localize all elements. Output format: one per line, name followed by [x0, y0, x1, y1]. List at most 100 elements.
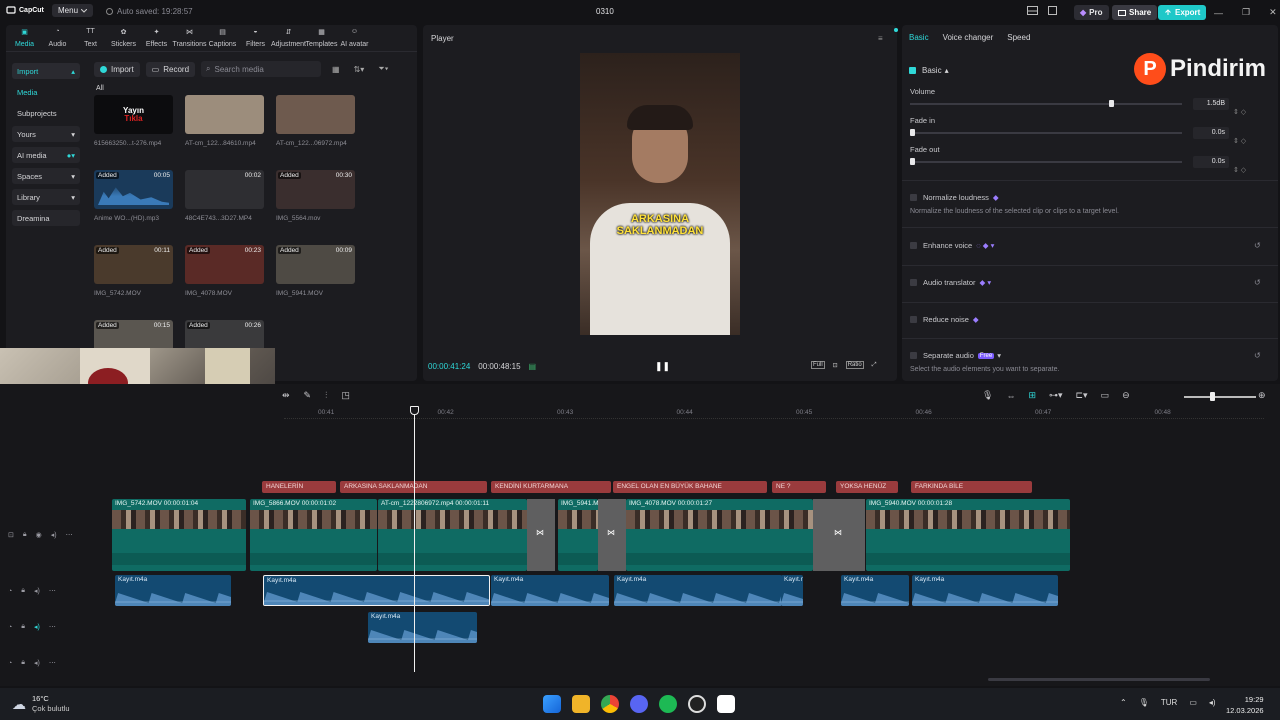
playhead[interactable] — [414, 410, 415, 672]
microphone-icon[interactable]: 🎙 — [982, 390, 993, 401]
text-clip[interactable]: HANELERİN — [262, 481, 336, 493]
video-frame[interactable]: ARKASINA SAKLANMADAN — [580, 53, 740, 335]
close-icon[interactable]: ✕ — [1269, 7, 1277, 18]
audio-clip[interactable]: Kayıt.n — [781, 575, 803, 606]
fade-in-slider[interactable] — [910, 132, 1182, 134]
nav-ai-media[interactable]: AI media ●▾ — [12, 147, 80, 163]
normalize-loudness-toggle[interactable]: Normalize loudness ◆ — [910, 193, 999, 202]
timeline-tool-icon[interactable]: ⇹ — [282, 390, 290, 401]
audio-clip[interactable]: Kayıt.m4a — [263, 575, 490, 606]
video-clip[interactable]: IMG_4078.MOV 00:00:01:27 — [626, 499, 813, 571]
transition-icon[interactable]: ⋈ — [834, 528, 842, 537]
audio-clip[interactable]: Kayıt.m4a — [614, 575, 782, 606]
player-menu-icon[interactable]: ≡ — [878, 34, 883, 43]
discord-icon[interactable] — [630, 695, 648, 713]
audio-clip[interactable]: Kayıt.m4a — [368, 612, 477, 643]
text-clip[interactable]: KENDİNİ KURTARMANA — [491, 481, 611, 493]
fullscreen-icon[interactable]: ⤢ — [872, 362, 877, 369]
media-thumbnail[interactable] — [276, 95, 355, 134]
fit-icon[interactable]: ▭ — [1101, 390, 1110, 401]
pro-button[interactable]: ◆ Pro — [1074, 5, 1109, 20]
text-clip[interactable]: YOKSA HENÜZ — [836, 481, 898, 493]
steppers[interactable]: ⇕ ◇ ⇕ ◇ ⇕ ◇ — [1233, 98, 1246, 185]
filter-all-label[interactable]: All — [96, 85, 104, 92]
speaker-icon[interactable]: ◂) — [1209, 698, 1216, 707]
reset-icon[interactable]: ↺ — [1254, 351, 1261, 360]
zoom-slider[interactable] — [1184, 396, 1256, 398]
reset-icon[interactable]: ↺ — [1254, 278, 1261, 287]
video-track-controls[interactable]: ⊡ 🔒︎ ◉ ◂) ⋯ — [8, 531, 73, 539]
media-thumbnail[interactable]: Added 00:11 — [94, 245, 173, 284]
project-name[interactable]: 0310 — [596, 7, 614, 16]
volume-value[interactable]: 1.5dB — [1193, 98, 1229, 110]
media-thumbnail[interactable]: Added 00:30 — [276, 170, 355, 209]
audio-track-controls[interactable]: ◔ 🔒︎ ◂) ⋯ — [8, 587, 56, 595]
magnet-icon[interactable]: ⊞ — [1028, 390, 1036, 401]
microphone-tray-icon[interactable]: 🎙 — [1139, 698, 1149, 707]
video-clip[interactable]: IMG_5940.MOV 00:00:01:28 — [866, 499, 1070, 571]
video-clip[interactable]: IMG_5742.MOV 00:00:01:04 — [112, 499, 246, 571]
filter-icon[interactable]: ⏷▾ — [378, 64, 388, 74]
transition-icon[interactable]: ⋈ — [536, 528, 544, 537]
tab-ai-avatar[interactable]: ☺ AI avatar — [338, 28, 371, 48]
tab-text[interactable]: TT Text — [74, 28, 107, 48]
export-button[interactable]: Export — [1158, 5, 1207, 20]
tab-audio[interactable]: ◔ Audio — [41, 28, 74, 48]
nav-yours[interactable]: Yours ▾ — [12, 126, 80, 142]
reset-icon[interactable]: ↺ — [1254, 241, 1261, 250]
share-button[interactable]: Share — [1112, 5, 1158, 20]
clock[interactable]: 19:29 12.03.2026 — [1226, 694, 1264, 716]
nav-subprojects[interactable]: Subprojects — [12, 105, 80, 121]
magic-icon[interactable]: ✎ — [304, 390, 312, 401]
audio-translator-toggle[interactable]: Audio translator ◆ ▾ — [910, 278, 991, 287]
preview-axis-icon[interactable]: ⊶▾ — [1049, 390, 1063, 401]
property-tab[interactable]: Basic — [909, 33, 929, 42]
fade-out-knob[interactable] — [910, 158, 915, 165]
text-clip[interactable]: FARKINDA BİLE — [911, 481, 1032, 493]
menu-button[interactable]: Menu — [52, 4, 94, 17]
tab-effects[interactable]: ✦ Effects — [140, 28, 173, 48]
weather-widget[interactable]: ☁ 16°C Çok bulutlu — [12, 694, 70, 714]
pause-icon[interactable]: ❚❚ — [655, 361, 670, 372]
import-button[interactable]: Import — [94, 61, 140, 77]
obs-icon[interactable] — [688, 695, 706, 713]
audio-clip[interactable]: Kayıt.m4a — [841, 575, 909, 606]
link-icon[interactable]: ⇔ — [1006, 391, 1015, 401]
file-explorer-icon[interactable] — [572, 695, 590, 713]
volume-knob[interactable] — [1109, 100, 1115, 107]
layout-icon[interactable] — [1027, 6, 1038, 15]
capcut-icon[interactable] — [717, 695, 735, 713]
timeline-scrollbar[interactable] — [988, 678, 1210, 681]
tab-captions[interactable]: ▤ Captions — [206, 28, 239, 48]
volume-slider[interactable] — [910, 103, 1182, 105]
media-thumbnail[interactable]: Added 00:23 — [185, 245, 264, 284]
minimize-icon[interactable]: — — [1214, 8, 1223, 18]
tab-transitions[interactable]: ⋈ Transitions — [173, 28, 207, 48]
tray-chevron-icon[interactable]: ⌃ — [1120, 698, 1127, 707]
record-button[interactable]: ▭ Record — [145, 61, 196, 77]
nav-media[interactable]: Media — [12, 84, 80, 100]
sort-icon[interactable]: ⇅▾ — [354, 65, 365, 74]
snap-icon[interactable]: ⊏▾ — [1076, 390, 1088, 401]
language-indicator[interactable]: TUR — [1161, 698, 1177, 707]
audio-track-controls[interactable]: ◔ 🔒︎ ◂) ⋯ — [8, 623, 56, 631]
playhead-handle[interactable] — [410, 406, 419, 415]
ratio-button[interactable]: Ratio — [845, 361, 864, 369]
nav-spaces[interactable]: Spaces ▾ — [12, 168, 80, 184]
crop-icon[interactable]: ⊡ — [833, 362, 838, 369]
zoom-out-icon[interactable]: ⊖ — [1122, 390, 1130, 401]
video-clip[interactable]: AT-cm_1222806972.mp4 00:00:01:11 — [378, 499, 527, 571]
media-thumbnail[interactable]: 00:02 — [185, 170, 264, 209]
nav-dreamina[interactable]: Dreamina — [12, 210, 80, 226]
property-tab[interactable]: Voice changer — [943, 33, 994, 42]
separate-audio-toggle[interactable]: Separate audio Free ▾ — [910, 351, 1001, 360]
audio-clip[interactable]: Kayıt.m4a — [912, 575, 1058, 606]
tab-stickers[interactable]: ✿ Stickers — [107, 28, 140, 48]
reduce-noise-toggle[interactable]: Reduce noise ◆ — [910, 315, 979, 324]
maximize-icon[interactable]: ❐ — [1242, 7, 1250, 18]
chrome-icon[interactable] — [601, 695, 619, 713]
full-button[interactable]: Full — [811, 361, 825, 369]
transition-icon[interactable]: ⋈ — [607, 528, 615, 537]
basic-section-toggle[interactable]: Basic ▴ — [909, 66, 949, 75]
video-clip[interactable]: IMG_5941.MOV — [558, 499, 598, 571]
